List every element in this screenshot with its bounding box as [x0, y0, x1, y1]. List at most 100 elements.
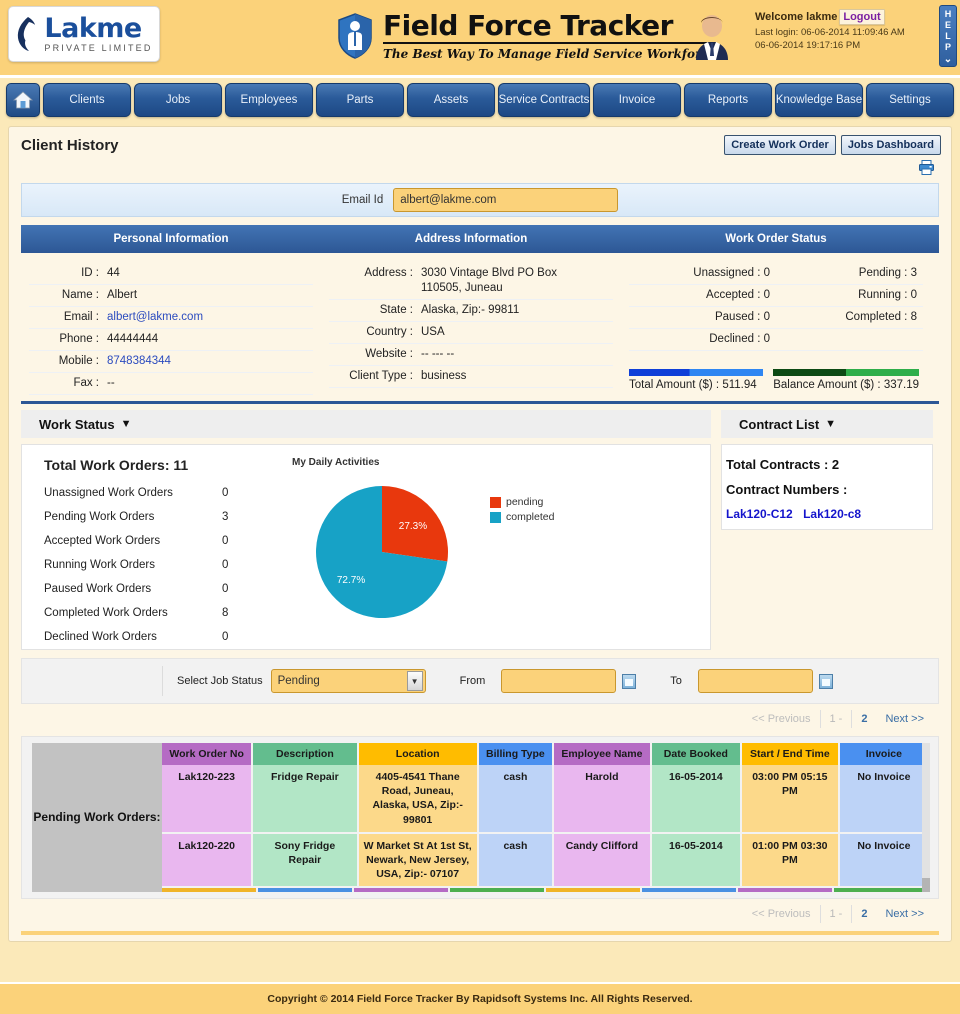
printer-icon[interactable]	[918, 159, 935, 179]
field-value: 3030 Vintage Blvd PO Box 110505, Juneau	[421, 266, 571, 296]
contract-number-link[interactable]: Lak120-C12	[726, 507, 793, 521]
table-scrollbar[interactable]	[922, 743, 930, 892]
nav-item-jobs[interactable]: Jobs	[134, 83, 222, 117]
field-value-mobile-link[interactable]: 8748384344	[107, 354, 171, 369]
nav-item-settings[interactable]: Settings	[866, 83, 954, 117]
cell-billing-type: cash	[478, 765, 553, 833]
last-login-line-2: 06-06-2014 19:17:16 PM	[755, 40, 930, 53]
column-header-date-booked[interactable]: Date Booked	[651, 743, 741, 765]
cell-invoice: No Invoice	[839, 833, 929, 888]
field-row: Name :Albert	[29, 285, 313, 307]
help-tab[interactable]: H E L P ⌄	[939, 5, 957, 67]
nav-item-parts[interactable]: Parts	[316, 83, 404, 117]
column-header-billing-type[interactable]: Billing Type	[478, 743, 553, 765]
help-letter-e: E	[945, 20, 951, 30]
jobs-dashboard-button[interactable]: Jobs Dashboard	[841, 135, 941, 155]
cell-work-order-no[interactable]: Lak120-223	[162, 765, 252, 833]
calendar-icon[interactable]	[819, 674, 833, 689]
nav-item-service-contracts[interactable]: Service Contracts	[498, 83, 590, 117]
amount-summary: Total Amount ($) : 511.94 Balance Amount…	[629, 369, 923, 391]
email-filter-bar: Email Id	[21, 183, 939, 217]
column-header-employee-name[interactable]: Employee Name	[553, 743, 651, 765]
work-status-row: Accepted Work Orders0	[44, 529, 284, 553]
create-work-order-button[interactable]: Create Work Order	[724, 135, 836, 155]
status-value: 0	[764, 266, 770, 281]
email-input[interactable]	[393, 188, 618, 212]
field-label: ID :	[29, 266, 107, 281]
next-page-button[interactable]: Next >>	[876, 905, 933, 923]
balance-amount-text: Balance Amount ($) : 337.19	[773, 379, 919, 391]
page-footer: Copyright © 2014 Field Force Tracker By …	[0, 982, 960, 1014]
field-row: Fax :--	[29, 373, 313, 395]
from-date-input[interactable]	[501, 669, 616, 693]
wos-column-left: Unassigned : 0 Accepted : 0 Paused : 0 D…	[629, 263, 776, 351]
pending-work-orders-table: Work Order No Description Location Billi…	[162, 743, 930, 888]
to-date-input[interactable]	[698, 669, 813, 693]
previous-page-button[interactable]: << Previous	[743, 710, 820, 728]
job-status-select[interactable]: Pending ▼	[271, 669, 426, 693]
cell-work-order-no[interactable]: Lak120-220	[162, 833, 252, 888]
page-number-1[interactable]: 1 -	[820, 710, 853, 728]
total-amount-text: Total Amount ($) : 511.94	[629, 379, 763, 391]
help-letter-l: L	[945, 31, 951, 41]
cell-start-end-time: 03:00 PM 05:15 PM	[741, 765, 839, 833]
calendar-icon[interactable]	[622, 674, 636, 689]
scrollbar-thumb[interactable]	[922, 878, 930, 892]
nav-item-clients[interactable]: Clients	[43, 83, 131, 117]
work-status-name: Pending Work Orders	[44, 505, 222, 529]
column-header-description[interactable]: Description	[252, 743, 357, 765]
page-number-2[interactable]: 2	[852, 905, 876, 923]
app-tagline: The Best Way To Manage Field Service Wor…	[383, 47, 716, 61]
column-header-start-end-time[interactable]: Start / End Time	[741, 743, 839, 765]
page-number-1[interactable]: 1 -	[820, 905, 853, 923]
contract-number-link[interactable]: Lak120-c8	[803, 507, 861, 521]
work-status-name: Declined Work Orders	[44, 625, 222, 649]
field-row: Email :albert@lakme.com	[29, 307, 313, 329]
chevron-down-icon: ▼	[825, 418, 836, 430]
field-value-email-link[interactable]: albert@lakme.com	[107, 310, 203, 325]
bottom-accent-strip	[21, 931, 939, 935]
table-row: Lak120-223 Fridge Repair 4405-4541 Thane…	[162, 765, 929, 833]
field-row: Phone :44444444	[29, 329, 313, 351]
work-status-name: Running Work Orders	[44, 553, 222, 577]
avatar	[690, 10, 734, 62]
contract-list-panel-header[interactable]: Contract List ▼	[721, 410, 933, 438]
legend-swatch	[490, 512, 501, 523]
status-label: Unassigned :	[693, 266, 760, 281]
nav-item-employees[interactable]: Employees	[225, 83, 313, 117]
field-label: Website :	[329, 347, 421, 362]
cell-employee-name: Harold	[553, 765, 651, 833]
to-label: To	[670, 675, 682, 687]
field-value: USA	[421, 325, 445, 340]
field-value: -- --- --	[421, 347, 454, 362]
select-job-status-label: Select Job Status	[177, 675, 263, 687]
section-header-work-order-status: Work Order Status	[621, 233, 931, 245]
chevron-down-icon: ▼	[121, 418, 132, 430]
work-status-row: Running Work Orders0	[44, 553, 284, 577]
work-status-panel-header[interactable]: Work Status ▼	[21, 410, 711, 438]
nav-item-assets[interactable]: Assets	[407, 83, 495, 117]
nav-item-reports[interactable]: Reports	[684, 83, 772, 117]
work-status-list: Total Work Orders: 11 Unassigned Work Or…	[44, 457, 284, 649]
column-header-invoice[interactable]: Invoice	[839, 743, 929, 765]
logout-button[interactable]: Logout	[839, 9, 884, 25]
next-page-button[interactable]: Next >>	[876, 710, 933, 728]
page-number-2[interactable]: 2	[852, 710, 876, 728]
previous-page-button[interactable]: << Previous	[743, 905, 820, 923]
last-login-line-1: Last login: 06-06-2014 11:09:46 AM	[755, 27, 930, 40]
address-information-panel: Address :3030 Vintage Blvd PO Box 110505…	[321, 263, 621, 395]
work-status-row: Completed Work Orders8	[44, 601, 284, 625]
daily-activities-chart: My Daily Activities 27.3%72.7% pending	[284, 457, 710, 649]
column-header-work-order-no[interactable]: Work Order No	[162, 743, 252, 765]
section-header-address-information: Address Information	[321, 233, 621, 245]
nav-item-knowledge-base[interactable]: Knowledge Base	[775, 83, 863, 117]
nav-item-invoice[interactable]: Invoice	[593, 83, 681, 117]
work-order-status-panel: Unassigned : 0 Accepted : 0 Paused : 0 D…	[621, 263, 931, 395]
status-value: 0	[764, 288, 770, 303]
home-icon[interactable]	[6, 83, 40, 117]
work-status-value: 0	[222, 625, 228, 649]
copyright-text: Copyright © 2014 Field Force Tracker By …	[267, 993, 692, 1005]
logo-subtitle: PRIVATE LIMITED	[44, 44, 152, 53]
column-header-location[interactable]: Location	[358, 743, 478, 765]
table-color-strip	[162, 888, 930, 892]
